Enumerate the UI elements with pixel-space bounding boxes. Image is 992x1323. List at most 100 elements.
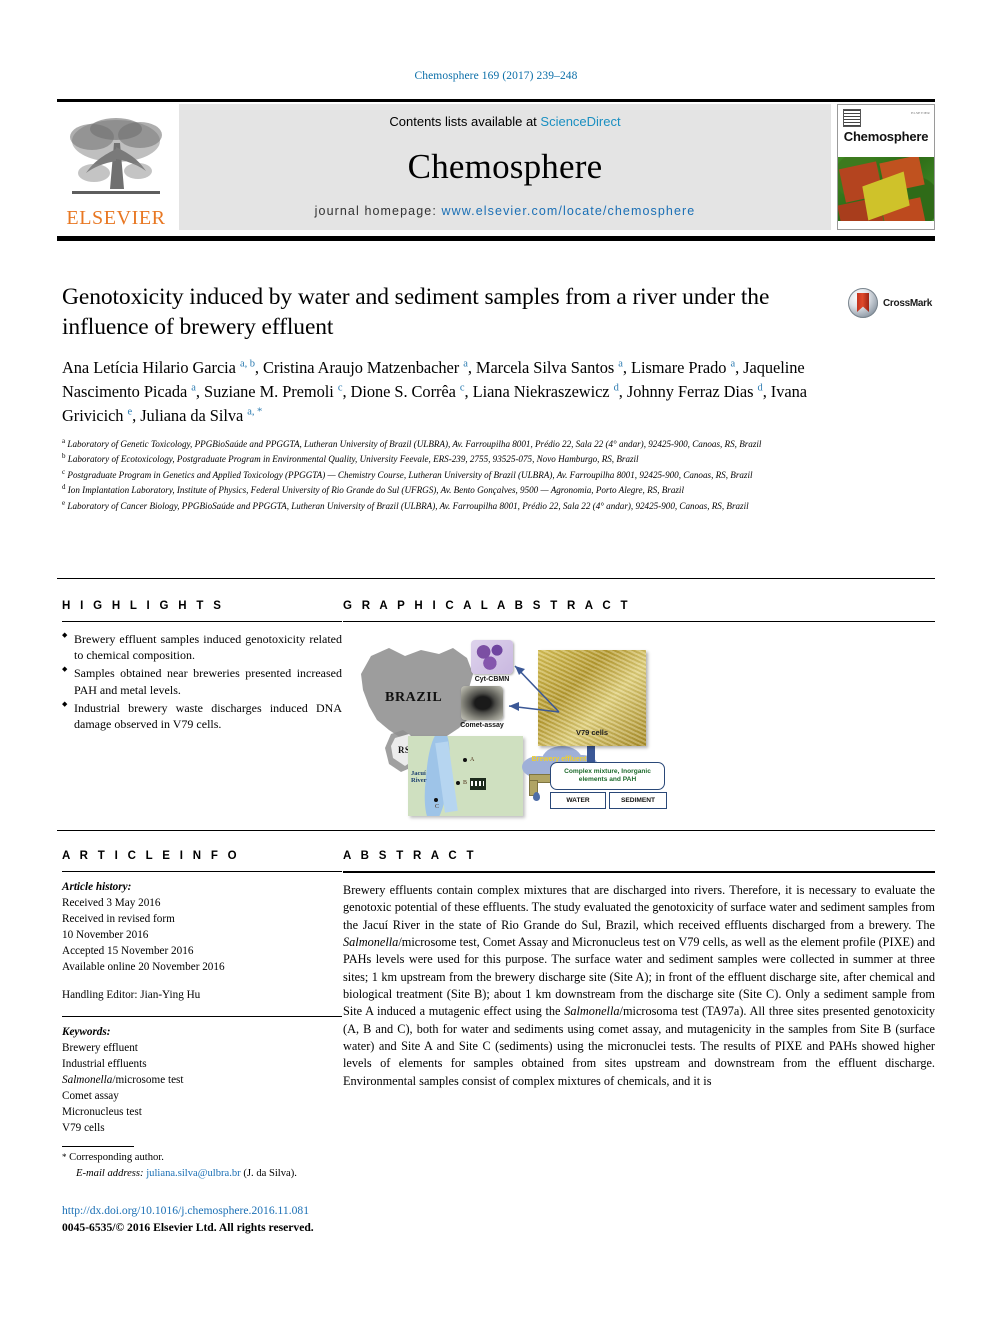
crossmark-badge[interactable]: CrossMark (848, 286, 948, 320)
abstract-text: Brewery effluents contain complex mixtur… (343, 883, 935, 1088)
keywords-rule (62, 1016, 342, 1018)
journal-masthead: ELSEVIER Contents lists available at Sci… (57, 99, 935, 230)
list-item: Industrial brewery waste discharges indu… (62, 700, 342, 732)
water-droplet-icon (533, 792, 540, 801)
site-a-label: A (470, 757, 475, 763)
masthead-bottom-rule (57, 236, 935, 241)
site-a-dot (463, 758, 467, 762)
article-info-section: A R T I C L E I N F O Article history: R… (62, 850, 342, 1137)
homepage-label: journal homepage: (314, 204, 442, 218)
affiliation-item: b Laboratory of Ecotoxicology, Postgradu… (62, 452, 639, 465)
site-c-label: C (435, 804, 440, 810)
footnote-block: * Corresponding author. E-mail address: … (62, 1150, 492, 1182)
crossmark-icon (848, 288, 878, 318)
journal-article-first-page: Chemosphere 169 (2017) 239–248 ELSEVIER … (0, 0, 992, 1323)
keyword-item: Comet assay (62, 1089, 119, 1102)
crossmark-label: CrossMark (883, 297, 932, 309)
corresponding-author-label: Corresponding author. (69, 1152, 164, 1163)
sciencedirect-link[interactable]: ScienceDirect (540, 114, 620, 129)
abstract-heading: A B S T R A C T (343, 850, 477, 862)
site-b-dot (456, 781, 460, 785)
masthead-center: Contents lists available at ScienceDirec… (179, 104, 831, 230)
article-info-section-divider (57, 830, 935, 831)
list-item: Brewery effluent samples induced genotox… (62, 631, 342, 663)
assay-arrows-icon (508, 665, 560, 713)
highlights-section: H I G H L I G H T S Brewery effluent sam… (62, 600, 342, 734)
brazil-label: BRAZIL (385, 690, 443, 705)
contents-prefix: Contents lists available at (389, 114, 541, 129)
journal-homepage-line: journal homepage: www.elsevier.com/locat… (315, 204, 696, 218)
journal-cover-thumbnail: ELSEVIER Chemosphere (837, 104, 935, 230)
graphical-abstract-figure: BRAZIL RS Jacuí River A B C Brewery effl… (343, 632, 773, 816)
elsevier-wordmark: ELSEVIER (66, 207, 166, 229)
sediment-box: SEDIMENT (609, 792, 667, 809)
author-list: Ana Letícia Hilario Garcia a, b, Cristin… (62, 358, 807, 425)
cover-artwork (838, 157, 934, 221)
history-item: Available online 20 November 2016 (62, 960, 225, 973)
article-info-heading: A R T I C L E I N F O (62, 850, 240, 862)
keywords-label: Keywords: (62, 1026, 111, 1039)
email-link[interactable]: juliana.silva@ulbra.br (146, 1168, 240, 1179)
abstract-section: A B S T R A C T Brewery effluents contai… (343, 850, 935, 1090)
email-owner: (J. da Silva). (243, 1167, 297, 1179)
keyword-item: Industrial effluents (62, 1058, 147, 1071)
brewery-factory-icon (470, 778, 486, 790)
article-history-label: Article history: (62, 881, 132, 893)
email-label: E-mail address: (76, 1167, 144, 1179)
history-item: Received in revised form (62, 912, 175, 925)
site-b-label: B (463, 780, 468, 786)
copyright-line: 0045-6535/© 2016 Elsevier Ltd. All right… (62, 1220, 314, 1234)
email-line: E-mail address: juliana.silva@ulbra.br (… (62, 1166, 492, 1182)
affiliation-list: a Laboratory of Genetic Toxicology, PPGB… (62, 436, 872, 513)
graphical-abstract-rule (343, 621, 935, 622)
article-history-block: Article history: Received 3 May 2016 Rec… (62, 880, 342, 1004)
elsevier-tree-icon (70, 118, 162, 194)
cover-journal-name: Chemosphere (843, 129, 929, 144)
v79-cells-label: V79 cells (575, 728, 609, 737)
site-c-dot (434, 798, 438, 802)
graphical-abstract-heading: G R A P H I C A L A B S T R A C T (343, 600, 631, 612)
affiliation-item: a Laboratory of Genetic Toxicology, PPGB… (62, 437, 762, 450)
cover-mini-logo-icon (843, 109, 861, 127)
corresponding-author-marker: * (62, 1152, 67, 1162)
elsevier-logo: ELSEVIER (57, 104, 175, 230)
list-item: Samples obtained near breweries presente… (62, 665, 342, 697)
cover-issue-text: ELSEVIER (911, 111, 930, 115)
comet-assay-image (461, 686, 503, 720)
highlights-section-divider (57, 578, 935, 579)
page-title: Genotoxicity induced by water and sedime… (62, 284, 770, 341)
homepage-url-link[interactable]: www.elsevier.com/locate/chemosphere (441, 204, 695, 218)
article-info-rule (62, 871, 342, 872)
affiliation-item: d Ion Implantation Laboratory, Institute… (62, 483, 684, 496)
doi-link[interactable]: http://dx.doi.org/10.1016/j.chemosphere.… (62, 1203, 314, 1220)
masthead-top-rule (57, 99, 935, 102)
footnote-rule (62, 1146, 134, 1147)
graphical-abstract-section: G R A P H I C A L A B S T R A C T BRAZIL… (343, 600, 935, 816)
history-item: Received 3 May 2016 (62, 896, 161, 909)
complex-mixture-box: Complex mixture, Inorganic elements and … (550, 762, 665, 790)
keyword-item: Brewery effluent (62, 1042, 138, 1055)
affiliation-item: c Postgraduate Program in Genetics and A… (62, 467, 753, 480)
keyword-item: Micronucleus test (62, 1105, 142, 1118)
river-label: Jacuí River (411, 770, 427, 785)
keyword-item: V79 cells (62, 1121, 105, 1134)
comet-assay-label: Comet-assay (460, 722, 504, 729)
corresponding-author-line: * Corresponding author. (62, 1150, 492, 1166)
journal-title: Chemosphere (407, 146, 603, 186)
contents-available-line: Contents lists available at ScienceDirec… (389, 114, 620, 129)
doi-block: http://dx.doi.org/10.1016/j.chemosphere.… (62, 1203, 314, 1237)
history-item: 10 November 2016 (62, 928, 149, 941)
journal-citation-line: Chemosphere 169 (2017) 239–248 (414, 70, 578, 82)
abstract-rule (343, 871, 935, 873)
title-block: Genotoxicity induced by water and sedime… (62, 282, 832, 428)
history-item: Accepted 15 November 2016 (62, 944, 194, 957)
handling-editor: Handling Editor: Jian-Ying Hu (62, 989, 201, 1002)
keywords-block: Keywords: Brewery effluent Industrial ef… (62, 1025, 342, 1136)
highlights-rule (62, 621, 342, 622)
highlights-list: Brewery effluent samples induced genotox… (62, 631, 342, 732)
keyword-item: Salmonella/microsome test (62, 1074, 184, 1087)
water-box: WATER (550, 792, 606, 809)
sampling-sites-map: Jacuí River A B C (408, 736, 523, 816)
affiliation-item: e Laboratory of Cancer Biology, PPGBioSa… (62, 498, 749, 511)
highlights-heading: H I G H L I G H T S (62, 600, 225, 612)
